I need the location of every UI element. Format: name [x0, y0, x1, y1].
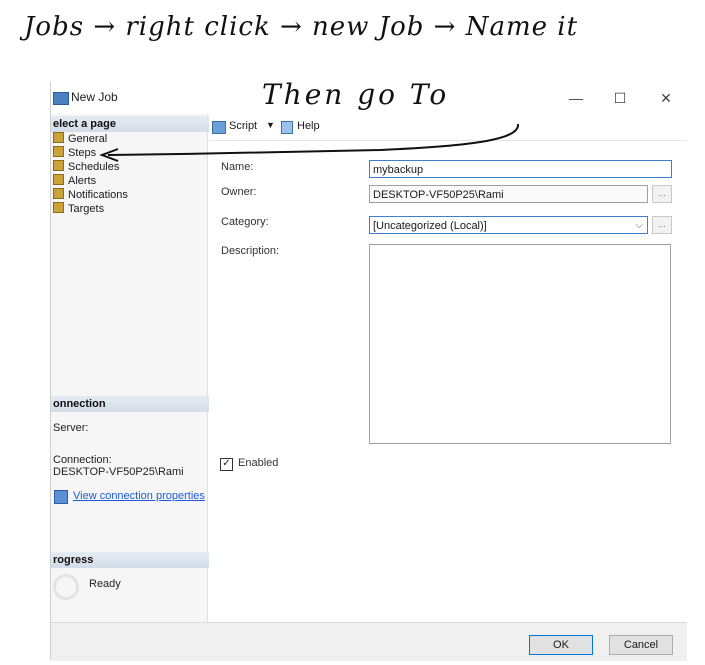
description-label: Description: [221, 245, 280, 257]
category-browse-button[interactable]: ... [652, 216, 672, 234]
enabled-checkbox[interactable]: ✓ [220, 458, 233, 471]
server-label: Server: [53, 422, 89, 434]
description-textarea[interactable] [369, 244, 671, 444]
minimize-button[interactable]: — [562, 88, 590, 108]
page-item-notifications[interactable]: Notifications [53, 188, 128, 202]
enabled-label: Enabled [238, 457, 279, 469]
name-field[interactable]: mybackup [369, 160, 672, 178]
owner-label: Owner: [221, 186, 257, 198]
script-dropdown-icon[interactable]: ▼ [266, 120, 275, 130]
owner-field[interactable]: DESKTOP-VF50P25\Rami [369, 185, 648, 203]
owner-browse-button[interactable]: ... [652, 185, 672, 203]
category-value: [Uncategorized (Local)] [373, 220, 487, 232]
script-button[interactable]: Script [229, 120, 257, 132]
category-select[interactable]: [Uncategorized (Local)] ⌵ [369, 216, 648, 234]
progress-spinner-icon [53, 574, 79, 600]
ok-button[interactable]: OK [529, 635, 593, 655]
button-bar: OK Cancel [51, 622, 687, 661]
help-button[interactable]: Help [297, 120, 320, 132]
new-job-dialog: New Job — ☐ ✕ elect a page General Steps… [50, 82, 687, 661]
category-label: Category: [221, 216, 269, 228]
wrench-page-icon [53, 174, 64, 185]
wrench-page-icon [53, 132, 64, 143]
connection-properties-icon [54, 490, 68, 504]
chevron-down-icon: ⌵ [635, 220, 643, 231]
connection-label: Connection: [53, 454, 112, 466]
cancel-button[interactable]: Cancel [609, 635, 673, 655]
annotation-line-2: Then go To [262, 78, 450, 111]
page-item-alerts[interactable]: Alerts [53, 174, 96, 188]
wrench-page-icon [53, 146, 64, 157]
connection-value: DESKTOP-VF50P25\Rami [53, 466, 184, 478]
page-item-general[interactable]: General [53, 132, 107, 146]
close-button[interactable]: ✕ [652, 88, 680, 108]
toolbar: Script ▼ Help [209, 114, 687, 141]
wrench-page-icon [53, 188, 64, 199]
maximize-button[interactable]: ☐ [606, 88, 634, 108]
wrench-page-icon [53, 160, 64, 171]
progress-heading: rogress [51, 552, 209, 568]
view-connection-properties-link[interactable]: View connection properties [73, 490, 205, 502]
page-item-targets[interactable]: Targets [53, 202, 104, 216]
page-item-schedules[interactable]: Schedules [53, 160, 119, 174]
help-icon [281, 121, 293, 134]
select-page-heading: elect a page [51, 116, 209, 132]
annotation-line-1: Jobs → right click → new Job → Name it [24, 12, 579, 42]
sql-job-icon [53, 92, 69, 105]
script-icon [212, 121, 226, 134]
window-title: New Job [71, 90, 118, 104]
wrench-page-icon [53, 202, 64, 213]
page-item-steps[interactable]: Steps [53, 146, 96, 160]
connection-heading: onnection [51, 396, 209, 412]
name-label: Name: [221, 161, 254, 173]
progress-status: Ready [89, 578, 121, 590]
left-pane: elect a page General Steps Schedules Ale… [51, 114, 209, 622]
